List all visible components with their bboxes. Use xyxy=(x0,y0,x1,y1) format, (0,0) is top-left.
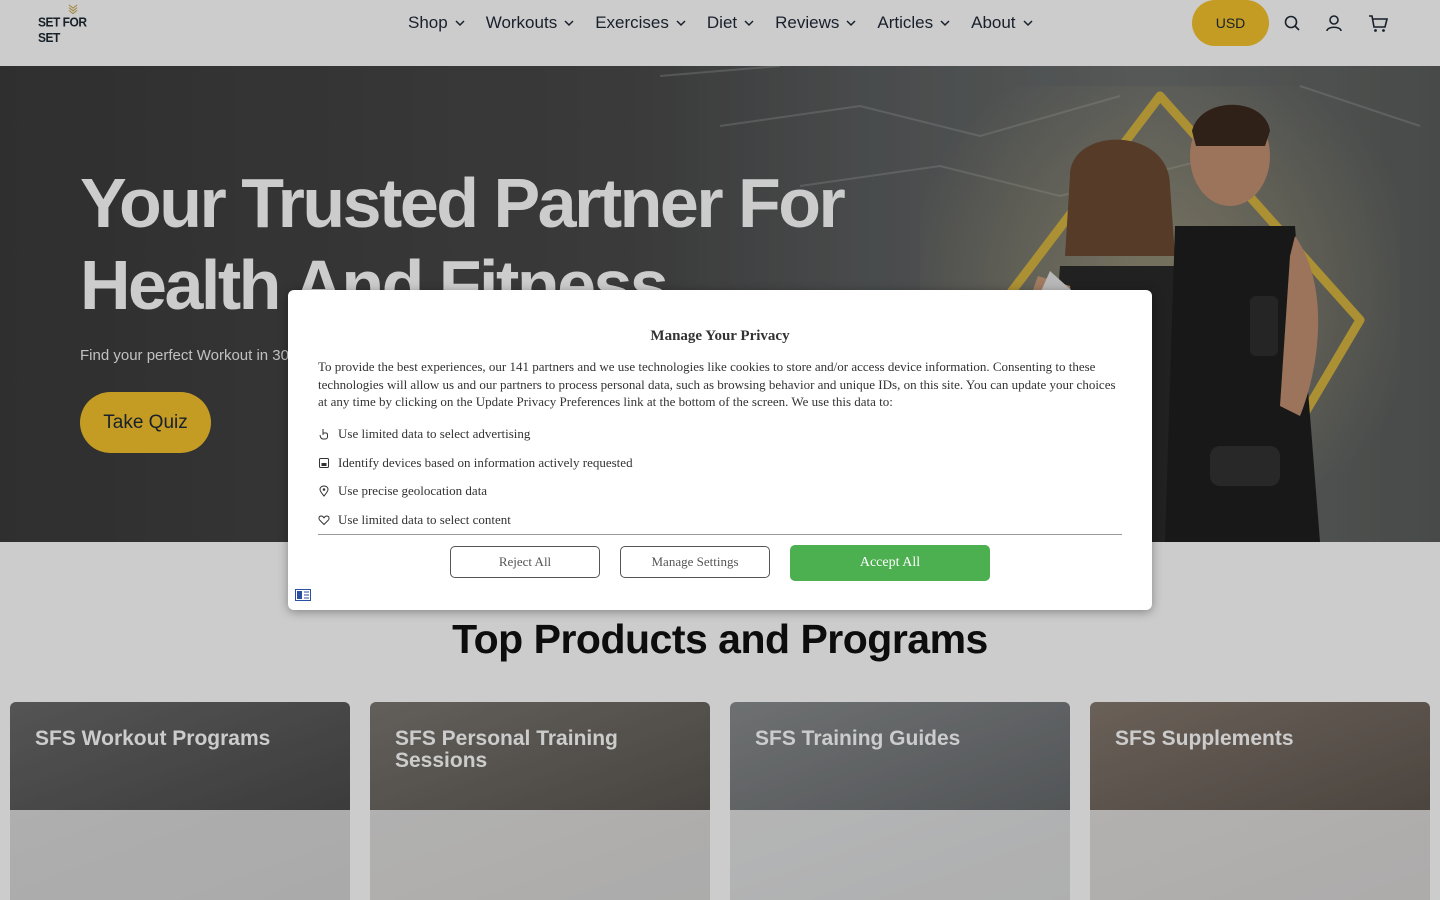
modal-body: To provide the best experiences, our 141… xyxy=(318,359,1116,409)
purpose-label: Use limited data to select advertising xyxy=(338,426,531,442)
privacy-modal: Manage Your Privacy To provide the best … xyxy=(288,290,1152,610)
purpose-item: Identify devices based on information ac… xyxy=(318,449,633,478)
modal-divider xyxy=(318,534,1122,535)
manage-settings-button[interactable]: Manage Settings xyxy=(620,546,770,578)
purpose-label: Use limited data to select content xyxy=(338,511,511,527)
hand-pointer-icon xyxy=(319,429,328,440)
heart-icon xyxy=(318,515,330,525)
device-icon xyxy=(319,457,329,468)
purpose-list: Use limited data to select advertising I… xyxy=(318,420,633,534)
purpose-item: Use precise geolocation data xyxy=(318,477,633,506)
purpose-item: Use limited data to select content xyxy=(318,506,633,535)
purpose-label: Use precise geolocation data xyxy=(338,483,488,499)
accept-all-button[interactable]: Accept All xyxy=(790,545,990,581)
purpose-item: Use limited data to select advertising xyxy=(318,420,633,449)
purpose-label: Identify devices based on information ac… xyxy=(338,454,633,470)
reject-all-button[interactable]: Reject All xyxy=(450,546,600,578)
location-pin-icon xyxy=(319,485,329,498)
language-icon[interactable] xyxy=(295,589,311,601)
modal-title: Manage Your Privacy xyxy=(650,328,790,344)
